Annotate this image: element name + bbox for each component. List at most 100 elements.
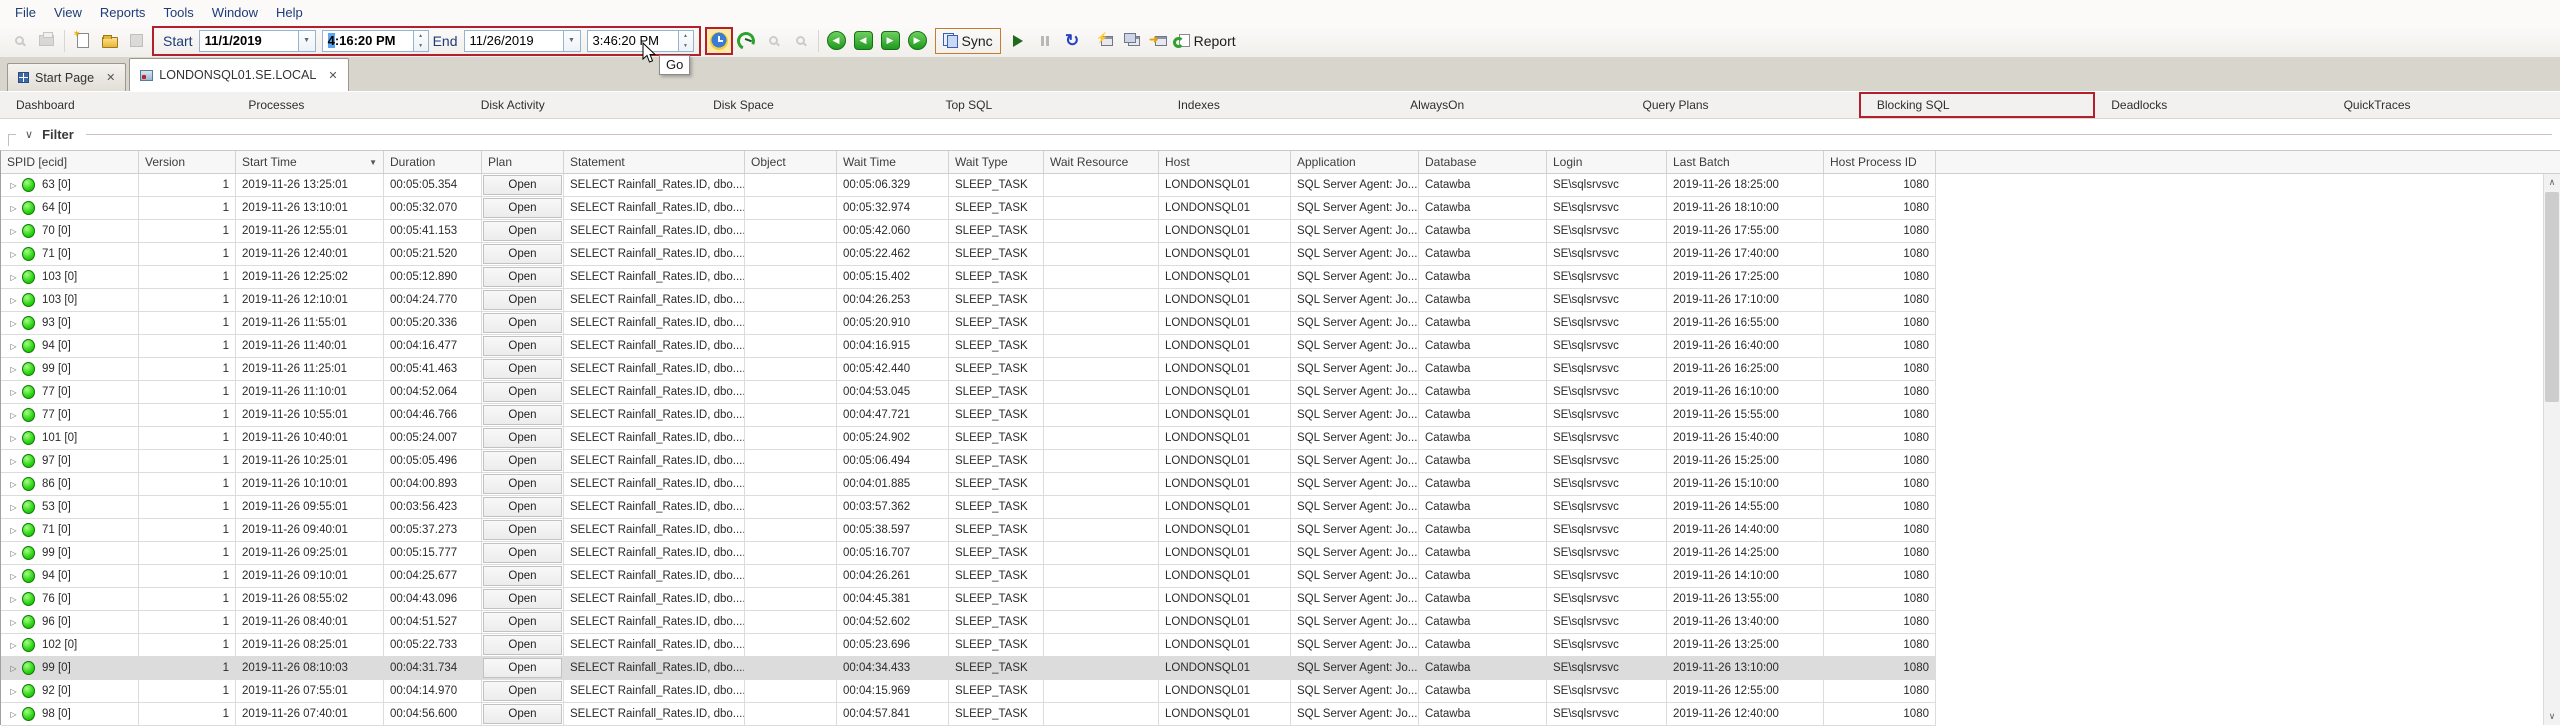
open-plan-button[interactable]: Open: [483, 520, 562, 540]
cell-wait_type[interactable]: SLEEP_TASK: [949, 634, 1044, 657]
cell-database[interactable]: Catawba: [1419, 496, 1547, 519]
cell-duration[interactable]: 00:05:24.007: [384, 427, 482, 450]
cell-statement[interactable]: SELECT Rainfall_Rates.ID, dbo....: [564, 542, 745, 565]
tab-quicktraces[interactable]: QuickTraces: [2328, 92, 2560, 118]
col-header-host-process-id[interactable]: Host Process ID: [1824, 151, 1936, 173]
zoom-out-icon[interactable]: [761, 28, 786, 53]
cell-application[interactable]: SQL Server Agent: Jo...: [1291, 657, 1419, 680]
col-header-version[interactable]: Version: [139, 151, 236, 173]
performance-gauge-icon[interactable]: [734, 28, 759, 53]
col-header-database[interactable]: Database: [1419, 151, 1547, 173]
cell-host_process_id[interactable]: 1080: [1824, 197, 1936, 220]
cell-last_batch[interactable]: 2019-11-26 17:25:00: [1667, 266, 1824, 289]
cell-host[interactable]: LONDONSQL01: [1159, 657, 1291, 680]
cell-plan[interactable]: Open: [482, 680, 564, 703]
cell-last_batch[interactable]: 2019-11-26 13:25:00: [1667, 634, 1824, 657]
open-plan-button[interactable]: Open: [483, 244, 562, 264]
cell-statement[interactable]: SELECT Rainfall_Rates.ID, dbo....: [564, 565, 745, 588]
cell-wait_type[interactable]: SLEEP_TASK: [949, 381, 1044, 404]
cell-object[interactable]: [745, 404, 837, 427]
cell-host_process_id[interactable]: 1080: [1824, 312, 1936, 335]
cell-database[interactable]: Catawba: [1419, 358, 1547, 381]
cell-statement[interactable]: SELECT Rainfall_Rates.ID, dbo....: [564, 312, 745, 335]
cell-object[interactable]: [745, 197, 837, 220]
cell-database[interactable]: Catawba: [1419, 565, 1547, 588]
cell-statement[interactable]: SELECT Rainfall_Rates.ID, dbo....: [564, 197, 745, 220]
cell-spid[interactable]: ▷98 [0]: [1, 703, 139, 726]
cell-wait_resource[interactable]: [1044, 289, 1159, 312]
cell-host[interactable]: LONDONSQL01: [1159, 404, 1291, 427]
open-plan-button[interactable]: Open: [483, 612, 562, 632]
cell-spid[interactable]: ▷93 [0]: [1, 312, 139, 335]
cell-login[interactable]: SE\sqlsrvsvc: [1547, 381, 1667, 404]
cell-plan[interactable]: Open: [482, 657, 564, 680]
cell-login[interactable]: SE\sqlsrvsvc: [1547, 634, 1667, 657]
cell-host_process_id[interactable]: 1080: [1824, 358, 1936, 381]
report-button[interactable]: Report: [1179, 33, 1236, 49]
cell-start_time[interactable]: 2019-11-26 13:10:01: [236, 197, 384, 220]
cell-wait_type[interactable]: SLEEP_TASK: [949, 473, 1044, 496]
cell-statement[interactable]: SELECT Rainfall_Rates.ID, dbo....: [564, 519, 745, 542]
expand-row-icon[interactable]: ▷: [7, 273, 20, 282]
cell-duration[interactable]: 00:04:14.970: [384, 680, 482, 703]
cell-start_time[interactable]: 2019-11-26 11:25:01: [236, 358, 384, 381]
cell-wait_time[interactable]: 00:04:52.602: [837, 611, 949, 634]
cell-duration[interactable]: 00:04:56.600: [384, 703, 482, 726]
tab-indexes[interactable]: Indexes: [1162, 92, 1394, 118]
cell-host[interactable]: LONDONSQL01: [1159, 427, 1291, 450]
open-plan-button[interactable]: Open: [483, 681, 562, 701]
cell-wait_time[interactable]: 00:05:06.494: [837, 450, 949, 473]
cell-host_process_id[interactable]: 1080: [1824, 657, 1936, 680]
cell-duration[interactable]: 00:05:32.070: [384, 197, 482, 220]
cell-object[interactable]: [745, 542, 837, 565]
cell-wait_time[interactable]: 00:04:47.721: [837, 404, 949, 427]
start-date-input[interactable]: 11/1/2019: [199, 30, 299, 52]
col-header-object[interactable]: Object: [745, 151, 837, 173]
cell-duration[interactable]: 00:05:15.777: [384, 542, 482, 565]
cell-host[interactable]: LONDONSQL01: [1159, 266, 1291, 289]
cell-wait_resource[interactable]: [1044, 220, 1159, 243]
cell-login[interactable]: SE\sqlsrvsvc: [1547, 220, 1667, 243]
expand-row-icon[interactable]: ▷: [7, 434, 20, 443]
cell-host_process_id[interactable]: 1080: [1824, 220, 1936, 243]
cell-host[interactable]: LONDONSQL01: [1159, 565, 1291, 588]
cell-start_time[interactable]: 2019-11-26 12:25:02: [236, 266, 384, 289]
cell-wait_type[interactable]: SLEEP_TASK: [949, 657, 1044, 680]
cell-database[interactable]: Catawba: [1419, 335, 1547, 358]
table-row[interactable]: ▷94 [0]12019-11-26 09:10:0100:04:25.677O…: [1, 565, 2560, 588]
cell-last_batch[interactable]: 2019-11-26 14:55:00: [1667, 496, 1824, 519]
cell-database[interactable]: Catawba: [1419, 266, 1547, 289]
cell-wait_resource[interactable]: [1044, 404, 1159, 427]
cell-login[interactable]: SE\sqlsrvsvc: [1547, 289, 1667, 312]
cell-plan[interactable]: Open: [482, 197, 564, 220]
cell-version[interactable]: 1: [139, 657, 236, 680]
cell-duration[interactable]: 00:04:24.770: [384, 289, 482, 312]
cell-duration[interactable]: 00:05:05.496: [384, 450, 482, 473]
play-icon[interactable]: [1006, 28, 1031, 53]
cell-statement[interactable]: SELECT Rainfall_Rates.ID, dbo....: [564, 174, 745, 197]
open-plan-button[interactable]: Open: [483, 566, 562, 586]
open-plan-button[interactable]: Open: [483, 497, 562, 517]
table-row[interactable]: ▷98 [0]12019-11-26 07:40:0100:04:56.600O…: [1, 703, 2560, 726]
cell-plan[interactable]: Open: [482, 289, 564, 312]
cell-host[interactable]: LONDONSQL01: [1159, 496, 1291, 519]
col-header-login[interactable]: Login: [1547, 151, 1667, 173]
cell-wait_resource[interactable]: [1044, 312, 1159, 335]
cell-application[interactable]: SQL Server Agent: Jo...: [1291, 703, 1419, 726]
cell-host[interactable]: LONDONSQL01: [1159, 312, 1291, 335]
expand-row-icon[interactable]: ▷: [7, 250, 20, 259]
cell-database[interactable]: Catawba: [1419, 703, 1547, 726]
cell-version[interactable]: 1: [139, 243, 236, 266]
cell-version[interactable]: 1: [139, 220, 236, 243]
cell-duration[interactable]: 00:05:21.520: [384, 243, 482, 266]
cell-wait_resource[interactable]: [1044, 657, 1159, 680]
cell-plan[interactable]: Open: [482, 427, 564, 450]
cell-wait_type[interactable]: SLEEP_TASK: [949, 404, 1044, 427]
cell-spid[interactable]: ▷94 [0]: [1, 335, 139, 358]
cell-wait_type[interactable]: SLEEP_TASK: [949, 450, 1044, 473]
cell-wait_resource[interactable]: [1044, 542, 1159, 565]
cell-host[interactable]: LONDONSQL01: [1159, 611, 1291, 634]
cell-wait_type[interactable]: SLEEP_TASK: [949, 496, 1044, 519]
cell-database[interactable]: Catawba: [1419, 404, 1547, 427]
cell-plan[interactable]: Open: [482, 174, 564, 197]
